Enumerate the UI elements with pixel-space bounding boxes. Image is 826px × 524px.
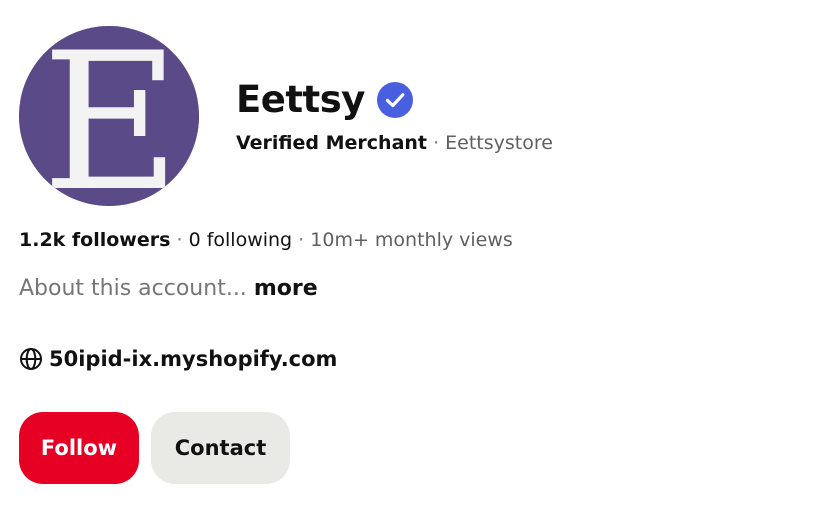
separator-dot: · — [433, 132, 446, 154]
avatar[interactable]: E — [19, 26, 199, 206]
merchant-row: Verified Merchant · Eettsystore — [236, 130, 553, 156]
about-row: About this account... more — [19, 274, 318, 304]
website-row[interactable]: 50ipid-ix.myshopify.com — [19, 344, 337, 374]
contact-button[interactable]: Contact — [151, 412, 290, 484]
stats-row: 1.2k followers · 0 following · 10m+ mont… — [19, 226, 513, 254]
follow-button[interactable]: Follow — [19, 412, 139, 484]
avatar-logo-icon: E — [19, 26, 199, 206]
followers-count[interactable]: 1.2k followers — [19, 229, 170, 251]
name-row: Eettsy — [236, 76, 413, 124]
separator-dot: · — [298, 229, 311, 251]
globe-icon — [19, 347, 43, 371]
display-name: Eettsy — [236, 78, 365, 121]
avatar-letter: E — [42, 26, 181, 206]
username-handle: Eettsystore — [445, 132, 553, 154]
verified-merchant-label: Verified Merchant — [236, 132, 428, 154]
verified-check-icon — [376, 82, 413, 118]
website-link[interactable]: 50ipid-ix.myshopify.com — [49, 344, 337, 374]
profile-header: E Eettsy Verified Merchant · Eettsystore… — [0, 0, 826, 524]
separator-dot: · — [176, 229, 189, 251]
monthly-views: 10m+ monthly views — [310, 229, 513, 251]
following-count[interactable]: 0 following — [189, 229, 293, 251]
more-link[interactable]: more — [254, 276, 318, 301]
about-text: About this account... — [19, 276, 247, 301]
